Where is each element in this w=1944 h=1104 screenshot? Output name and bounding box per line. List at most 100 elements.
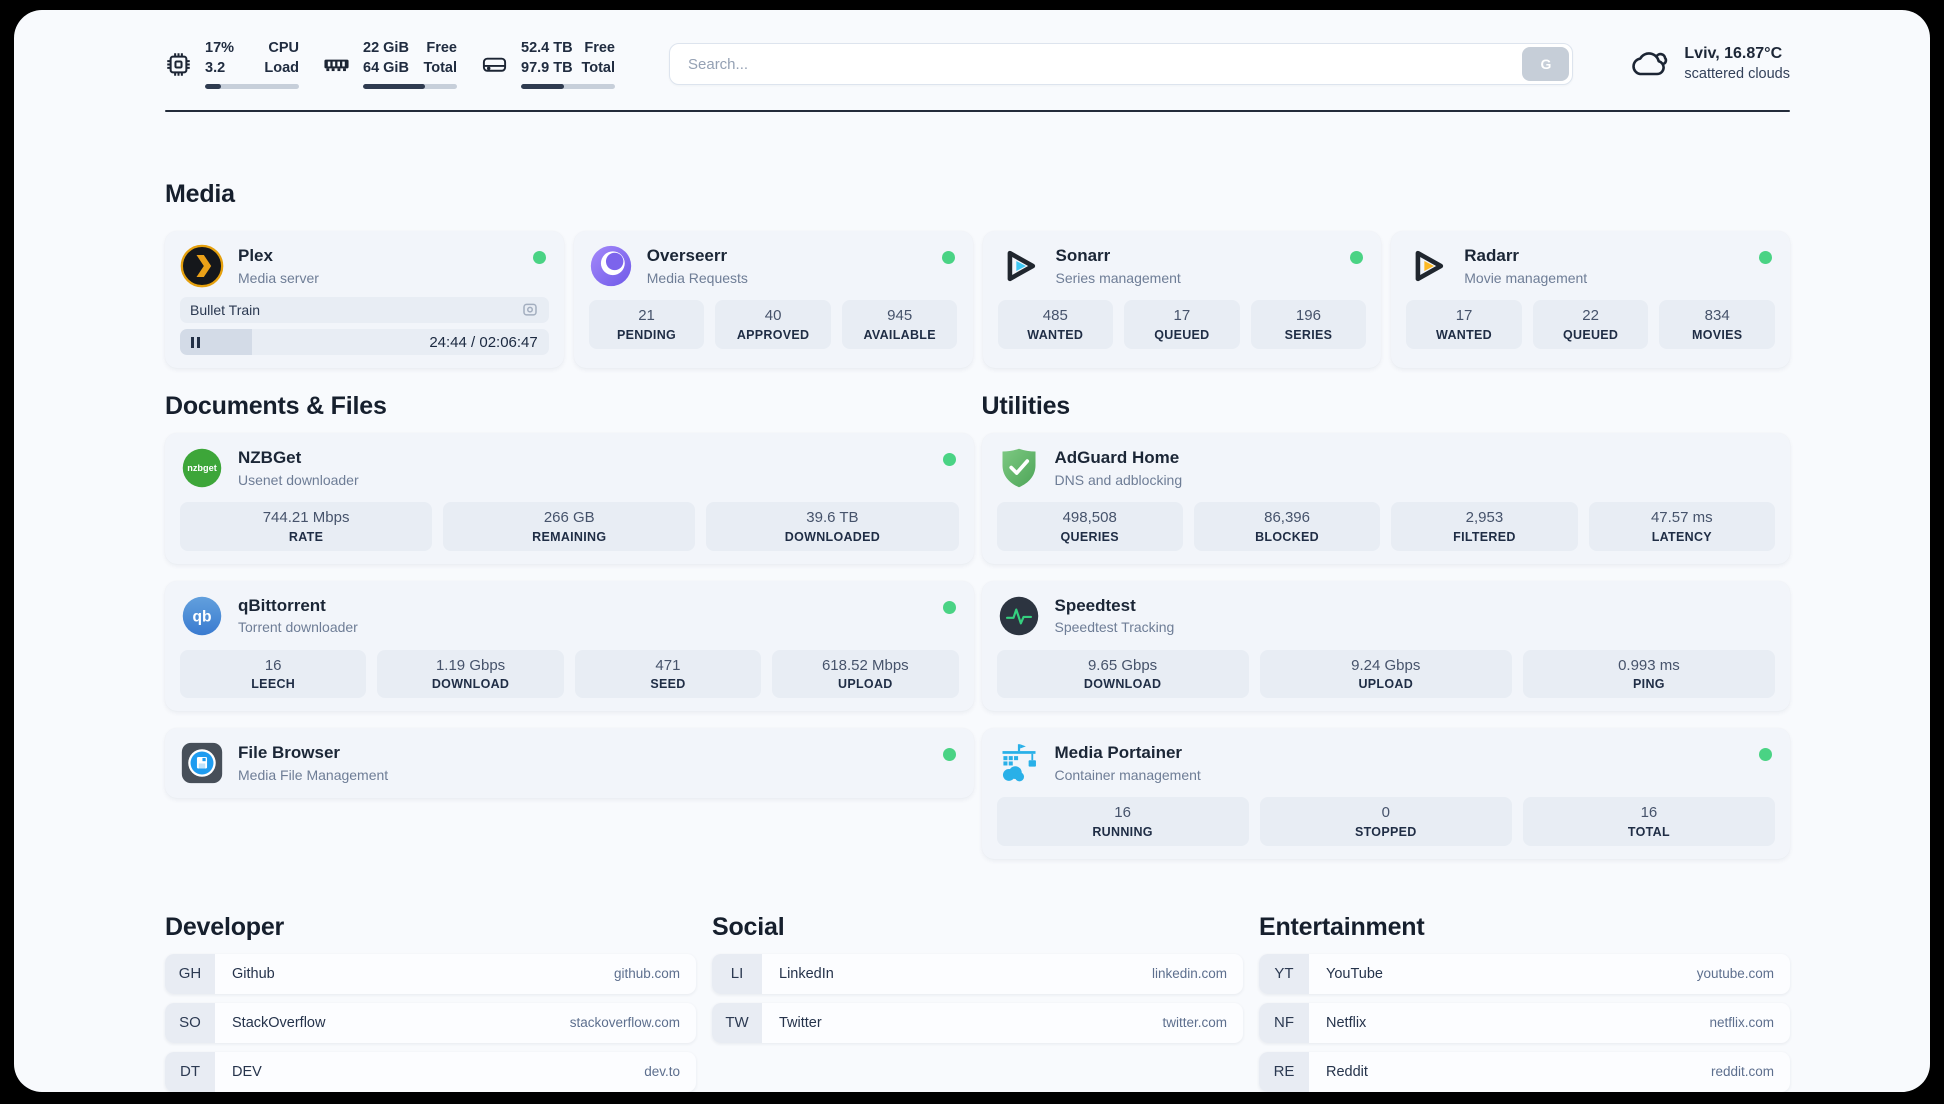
service-card-qbittorrent[interactable]: qb qBittorrent Torrent downloader 16 LEE…: [165, 580, 974, 711]
weather-location-temp: Lviv, 16.87°C: [1684, 45, 1783, 63]
service-card-sonarr[interactable]: Sonarr Series management 485 WANTED 17 Q…: [982, 231, 1382, 368]
stat-box: 16 LEECH: [180, 649, 367, 698]
screen-icon: [523, 303, 537, 316]
stat-label: LEECH: [251, 677, 296, 691]
stat-value: 21: [638, 307, 655, 324]
section-title-entertainment: Entertainment: [1259, 912, 1425, 941]
cpu-label-1: CPU: [268, 40, 299, 57]
service-description: Media Requests: [646, 269, 748, 286]
stat-value: 17: [1455, 307, 1473, 324]
bookmark-name: Github: [232, 965, 275, 982]
service-description: Speedtest Tracking: [1054, 619, 1175, 636]
service-description: DNS and adblocking: [1054, 471, 1183, 488]
service-card-speedtest[interactable]: Speedtest Speedtest Tracking 9.65 Gbps D…: [981, 580, 1790, 711]
bookmark-abbr: RE: [1259, 1051, 1309, 1092]
service-description: Torrent downloader: [238, 619, 358, 636]
service-card-portainer[interactable]: Media Portainer Container management 16 …: [981, 728, 1790, 859]
service-name: qBittorrent: [238, 595, 326, 615]
stat-value: 485: [1042, 307, 1068, 324]
bookmark-row-github[interactable]: GH Github github.com: [165, 953, 696, 994]
resource-widget-disk: 52.4 TB 97.9 TB Free Total: [481, 39, 615, 89]
stat-box: 2,953 FILTERED: [1391, 502, 1578, 551]
bookmark-abbr: DT: [165, 1051, 215, 1092]
bookmark-row-youtube[interactable]: YT YouTube youtube.com: [1259, 953, 1790, 994]
bookmark-row-dev[interactable]: DT DEV dev.to: [165, 1051, 696, 1092]
bookmark-row-twitter[interactable]: TW Twitter twitter.com: [712, 1002, 1243, 1043]
service-description: Series management: [1055, 269, 1181, 286]
disk-free-value: 52.4 TB: [521, 40, 573, 57]
service-card-filebrowser[interactable]: File Browser Media File Management: [165, 728, 974, 798]
stat-label: DOWNLOAD: [1083, 677, 1162, 691]
stat-value: 471: [655, 656, 681, 674]
disk-label-1: Free: [584, 40, 615, 57]
stat-label: DOWNLOADED: [784, 529, 881, 544]
stat-value: 1.19 Gbps: [435, 656, 506, 674]
service-name: Sonarr: [1055, 246, 1111, 266]
search-bar: G: [669, 43, 1574, 85]
search-input[interactable]: [669, 43, 1574, 85]
stat-value: 0.993 ms: [1618, 656, 1680, 674]
bookmark-row-netflix[interactable]: NF Netflix netflix.com: [1259, 1002, 1790, 1043]
service-card-adguard[interactable]: AdGuard Home DNS and adblocking 498,508 …: [981, 433, 1790, 564]
service-card-plex[interactable]: Plex Media server Bullet Train 24:44 / 0…: [165, 231, 564, 368]
bookmark-abbr: YT: [1259, 953, 1309, 994]
filebrowser-icon: [181, 742, 223, 784]
pause-icon[interactable]: [191, 336, 200, 348]
bookmark-abbr: TW: [712, 1002, 762, 1043]
overseerr-icon: [590, 245, 631, 287]
stat-label: UPLOAD: [838, 677, 893, 691]
stat-value: 16: [1640, 804, 1658, 821]
stat-box: 40 APPROVED: [715, 300, 831, 349]
bookmarks-entertainment: Entertainment YT YouTube youtube.com NF …: [1259, 913, 1790, 1093]
service-card-radarr[interactable]: Radarr Movie management 17 WANTED 22 QUE…: [1391, 231, 1790, 368]
stat-box: 196 SERIES: [1250, 300, 1367, 349]
stat-value: 86,396: [1264, 509, 1310, 526]
stat-label: DOWNLOAD: [431, 677, 510, 691]
memory-icon: [324, 59, 349, 71]
service-description: Media File Management: [238, 766, 389, 783]
stat-box: 47.57 ms LATENCY: [1588, 502, 1775, 551]
stat-value: 266 GB: [543, 509, 595, 526]
bookmark-url: reddit.com: [1710, 1064, 1774, 1079]
service-card-overseerr[interactable]: Overseerr Media Requests 21 PENDING 40 A…: [573, 231, 973, 368]
stat-box: 9.24 Gbps UPLOAD: [1259, 649, 1512, 698]
stat-box: 0 STOPPED: [1259, 797, 1512, 846]
stat-label: QUERIES: [1060, 529, 1119, 544]
cloud-icon: [1632, 52, 1668, 76]
bookmark-row-stackoverflow[interactable]: SO StackOverflow stackoverflow.com: [165, 1002, 696, 1043]
bookmark-row-reddit[interactable]: RE Reddit reddit.com: [1259, 1051, 1790, 1092]
resource-widget-cpu: 17% 3.2 CPU Load: [165, 39, 299, 89]
memory-progress-fill: [363, 83, 426, 89]
stat-value: 498,508: [1062, 509, 1117, 526]
bookmark-url: twitter.com: [1162, 1015, 1227, 1030]
service-card-nzbget[interactable]: nzbget NZBGet Usenet downloader 744.21 M…: [165, 433, 974, 564]
stat-value: 40: [764, 307, 782, 324]
stat-box: 945 AVAILABLE: [841, 300, 958, 349]
resource-widget-memory: 22 GiB 64 GiB Free Total: [323, 39, 457, 89]
stat-box: 471 SEED: [574, 649, 762, 698]
bookmark-name: Reddit: [1326, 1063, 1368, 1080]
cpu-icon: [167, 52, 190, 76]
status-dot: [1759, 251, 1772, 264]
plex-now-playing-row: Bullet Train: [180, 297, 549, 323]
bookmark-row-linkedin[interactable]: LI LinkedIn linkedin.com: [712, 953, 1243, 994]
disk-label-2: Total: [581, 60, 615, 76]
stat-label: RATE: [288, 529, 324, 544]
search-button[interactable]: G: [1522, 47, 1570, 81]
stat-box: 9.65 Gbps DOWNLOAD: [996, 649, 1249, 698]
disk-total-value: 97.9 TB: [521, 60, 573, 76]
bookmark-abbr: LI: [712, 953, 762, 994]
svg-text:qb: qb: [192, 608, 211, 625]
stat-label: AVAILABLE: [863, 327, 936, 342]
stat-label: QUEUED: [1562, 327, 1619, 342]
bookmark-abbr: GH: [165, 953, 215, 994]
status-dot: [941, 251, 955, 264]
status-dot: [942, 748, 956, 761]
plex-icon: [180, 244, 224, 288]
bookmark-url: linkedin.com: [1151, 966, 1227, 981]
stat-box: 17 QUEUED: [1124, 300, 1240, 349]
stat-value: 2,953: [1465, 509, 1504, 526]
cpu-label-2: Load: [264, 60, 299, 76]
bookmarks-social: Social LI LinkedIn linkedin.com TW Twitt…: [712, 913, 1243, 1093]
stat-label: TOTAL: [1627, 824, 1670, 839]
